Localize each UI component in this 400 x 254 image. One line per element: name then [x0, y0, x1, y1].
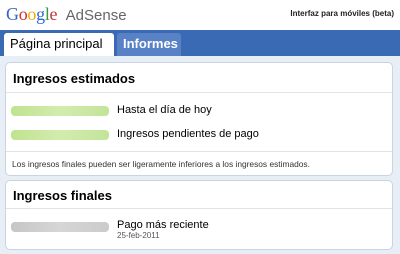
- adsense-product-name: AdSense: [65, 7, 127, 24]
- blurred-amount-pending: [11, 130, 109, 140]
- main-content: Ingresos estimados Hasta el día de hoy I…: [0, 56, 400, 254]
- adsense-logo[interactable]: Google AdSense: [6, 3, 127, 25]
- row-label-today: Hasta el día de hoy: [117, 104, 212, 116]
- blurred-amount-today: [11, 106, 109, 116]
- app-header: Google AdSense Interfaz para móviles (be…: [0, 0, 400, 30]
- divider: [6, 92, 392, 93]
- final-earnings-card: Ingresos finales Pago más reciente 25-fe…: [5, 180, 393, 250]
- final-earnings-title: Ingresos finales: [13, 188, 112, 203]
- mobile-interface-link[interactable]: Interfaz para móviles (beta): [290, 9, 394, 18]
- tab-bar: Página principal Informes: [0, 30, 400, 56]
- row-label-last-payment: Pago más reciente: [117, 219, 209, 231]
- google-wordmark: Google: [6, 4, 58, 24]
- blurred-amount-last-payment: [11, 222, 109, 232]
- tab-home[interactable]: Página principal: [4, 33, 114, 56]
- estimated-note: Los ingresos finales pueden ser ligerame…: [12, 159, 310, 169]
- divider: [6, 151, 392, 152]
- tab-reports[interactable]: Informes: [117, 33, 181, 56]
- row-label-pending: Ingresos pendientes de pago: [117, 128, 259, 140]
- payment-date: 25-feb-2011: [117, 231, 160, 240]
- estimated-earnings-title: Ingresos estimados: [13, 71, 136, 86]
- divider: [6, 208, 392, 209]
- estimated-earnings-card: Ingresos estimados Hasta el día de hoy I…: [5, 62, 393, 176]
